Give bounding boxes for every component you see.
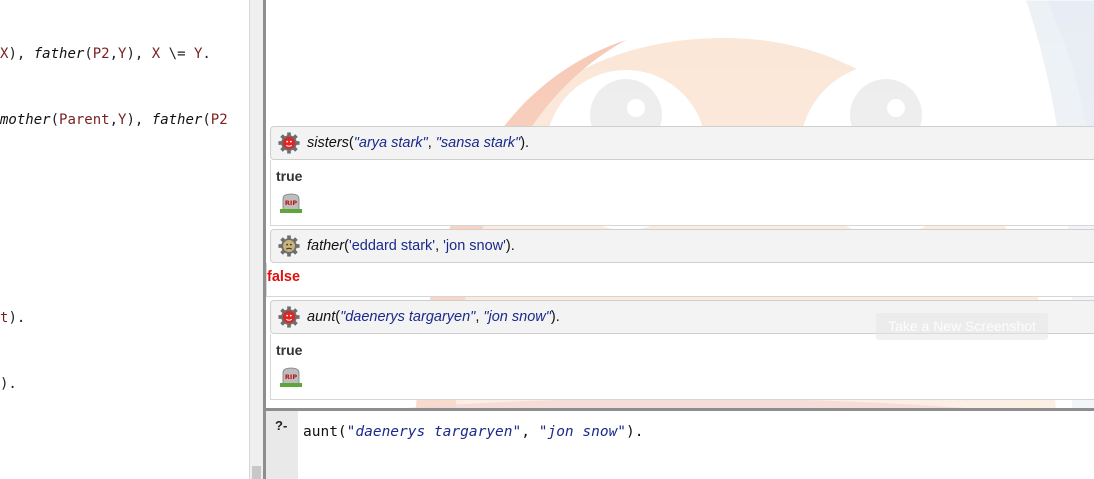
code-punctuation: .: [202, 46, 211, 62]
query-header[interactable]: father('eddard stark', 'jon snow').: [270, 229, 1094, 263]
code-line[interactable]: ).: [0, 376, 17, 392]
code-punctuation: (: [84, 46, 93, 62]
answer-box: false: [266, 263, 1094, 297]
query-input-prefix: aunt(: [303, 424, 347, 440]
query-input-arg2: "jon snow": [538, 424, 627, 440]
answer-box: true RIP: [270, 334, 1094, 400]
code-punctuation: ),: [126, 112, 152, 128]
code-punctuation: ).: [8, 310, 26, 326]
code-punctuation: ),: [126, 46, 152, 62]
code-punctuation: \=: [160, 46, 194, 62]
gear-red-icon[interactable]: [278, 132, 300, 154]
code-punctuation: (: [50, 112, 60, 128]
query-input-suffix: ).: [626, 424, 644, 440]
rip-tombstone-icon: RIP: [280, 367, 302, 387]
code-editor[interactable]: X), father(P2,Y), X \= Y. mother(Parent,…: [0, 0, 249, 479]
code-punctuation: ,: [109, 46, 119, 62]
answer-false: false: [267, 269, 301, 285]
code-predicate: father: [151, 112, 203, 128]
code-variable: P2: [210, 112, 228, 128]
gear-red-icon[interactable]: [278, 306, 300, 328]
code-variable: Parent: [59, 112, 110, 128]
take-screenshot-button[interactable]: Take a New Screenshot: [876, 313, 1048, 340]
code-punctuation: ,: [109, 112, 119, 128]
query-input-arg1: "daenerys targaryen": [346, 424, 522, 440]
query-input-sep: ,: [521, 424, 539, 440]
query-text: father('eddard stark', 'jon snow').: [307, 238, 515, 254]
code-punctuation: (: [202, 112, 211, 128]
prompt-gutter: ?-: [266, 411, 298, 479]
answer-true: true: [276, 168, 303, 184]
code-line[interactable]: mother(Parent,Y), father(P2: [0, 112, 228, 128]
gear-sad-icon[interactable]: [278, 235, 300, 257]
code-predicate: mother: [0, 112, 51, 128]
results-pane: sisters("arya stark", "sansa stark"). tr…: [266, 0, 1094, 408]
query-text: aunt("daenerys targaryen", "jon snow").: [307, 309, 560, 325]
rip-label: RIP: [285, 199, 297, 207]
code-line[interactable]: t).: [0, 310, 25, 326]
query-prompt: ?-: [275, 418, 288, 433]
answer-true: true: [276, 342, 303, 358]
code-punctuation: ).: [0, 376, 17, 392]
code-punctuation: ),: [8, 46, 34, 62]
rip-tombstone-icon: RIP: [280, 193, 302, 213]
code-variable: X: [151, 46, 161, 62]
query-input-area[interactable]: ?- aunt("daenerys targaryen", "jon snow"…: [266, 408, 1094, 479]
editor-scrollbar-thumb[interactable]: [252, 466, 261, 479]
code-variable: P2: [92, 46, 110, 62]
editor-scrollbar[interactable]: [249, 0, 264, 479]
code-predicate: father: [33, 46, 85, 62]
query-input[interactable]: aunt("daenerys targaryen", "jon snow").: [303, 424, 644, 440]
query-header[interactable]: sisters("arya stark", "sansa stark").: [270, 126, 1094, 160]
rip-label: RIP: [285, 373, 297, 381]
query-text: sisters("arya stark", "sansa stark").: [307, 135, 530, 151]
answer-box: true RIP: [270, 160, 1094, 226]
code-line[interactable]: X), father(P2,Y), X \= Y.: [0, 46, 211, 62]
